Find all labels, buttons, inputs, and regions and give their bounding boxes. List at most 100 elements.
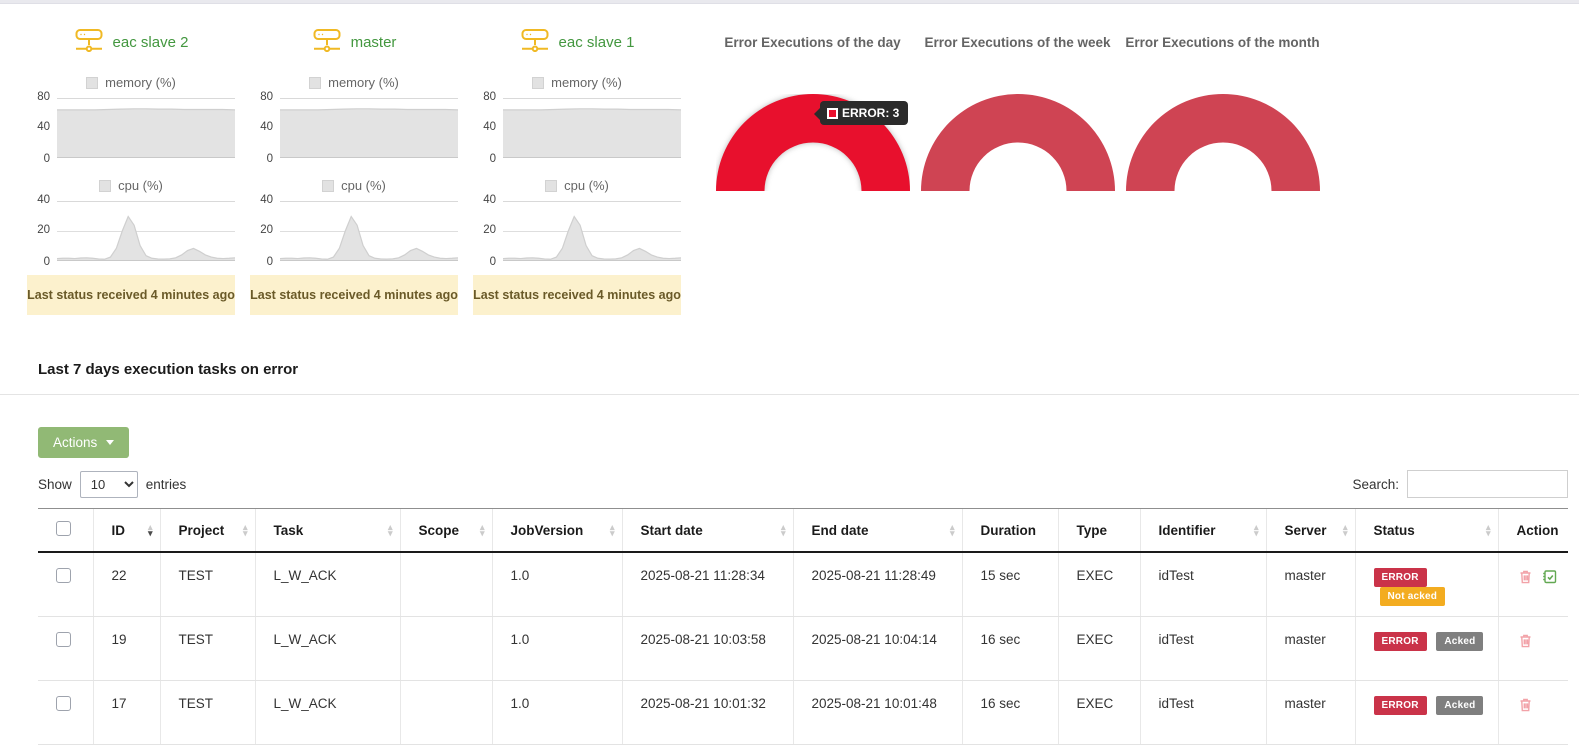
sort-icon: ▴ ▾: [479, 522, 485, 538]
col-header-action: Action: [1497, 508, 1568, 553]
cell-duration: 16 sec: [961, 680, 1058, 745]
col-header-select: [38, 508, 93, 553]
search-input[interactable]: [1407, 470, 1568, 498]
cell-action: [1497, 552, 1568, 617]
memory-yaxis: 80 40 0: [260, 91, 273, 165]
show-label: Show: [38, 476, 72, 492]
server-network-icon: [312, 28, 342, 56]
cell-scope: [399, 552, 492, 617]
server-cards: eac slave 2 memory (%) 80 40 0 cpu (%) 4…: [27, 29, 681, 315]
ack-status-badge: Acked: [1436, 631, 1484, 651]
server-name: eac slave 2: [112, 33, 189, 51]
sort-icon: ▴ ▾: [147, 522, 153, 538]
cell-scope: [399, 616, 492, 681]
memory-area-chart: [57, 99, 235, 157]
gauge-error-month: Error Executions of the month: [1120, 29, 1325, 315]
memory-area-chart: [280, 99, 458, 157]
memory-yaxis: 80 40 0: [483, 91, 496, 165]
table-row: 19 TEST L_W_ACK 1.0 2025-08-21 10:03:58 …: [38, 616, 1568, 681]
delete-icon[interactable]: [1517, 632, 1534, 649]
cpu-area-chart: [57, 202, 235, 260]
memory-legend: memory (%): [250, 75, 458, 90]
page-size-select[interactable]: 10: [79, 470, 138, 498]
cpu-yaxis: 40 20 0: [37, 194, 50, 268]
memory-chart: 80 40 0: [250, 91, 458, 165]
delete-icon[interactable]: [1517, 696, 1534, 713]
cell-action: [1497, 616, 1568, 681]
cell-action: [1497, 680, 1568, 745]
col-header-identifier[interactable]: Identifier ▴ ▾: [1139, 508, 1266, 553]
actions-button[interactable]: Actions: [38, 427, 130, 458]
section-divider: [0, 394, 1579, 395]
sort-icon: ▴ ▾: [609, 522, 615, 538]
status-badge: ERROR: [1373, 631, 1427, 651]
sort-icon: ▴ ▾: [387, 522, 393, 538]
memory-chart: 80 40 0: [473, 91, 681, 165]
memory-area-chart: [503, 99, 681, 157]
delete-icon[interactable]: [1517, 568, 1534, 585]
col-header-id[interactable]: ID ▴ ▾: [92, 508, 160, 553]
col-header-duration[interactable]: Duration: [961, 508, 1058, 553]
server-network-icon: [520, 28, 550, 56]
cell-scope: [399, 680, 492, 745]
col-header-type[interactable]: Type: [1057, 508, 1140, 553]
col-header-jobversion[interactable]: JobVersion ▴ ▾: [491, 508, 622, 553]
table-row: 22 TEST L_W_ACK 1.0 2025-08-21 11:28:34 …: [38, 552, 1568, 617]
sort-icon: ▴ ▾: [780, 522, 786, 538]
ack-status-badge: Not acked: [1379, 587, 1446, 606]
legend-swatch-icon: [322, 179, 335, 192]
server-card: master memory (%) 80 40 0 cpu (%) 40 20 …: [250, 29, 458, 315]
col-header-status[interactable]: Status ▴ ▾: [1354, 508, 1498, 553]
col-header-task[interactable]: Task ▴ ▾: [254, 508, 400, 553]
tooltip-series-swatch-icon: [827, 107, 838, 119]
cell-task: L_W_ACK: [254, 552, 400, 617]
cpu-yaxis: 40 20 0: [483, 194, 496, 268]
table-row: 17 TEST L_W_ACK 1.0 2025-08-21 10:01:32 …: [38, 680, 1568, 745]
cell-start-date: 2025-08-21 11:28:34: [621, 552, 793, 617]
error-tasks-table: ID ▴ ▾ Project ▴ ▾ Task ▴ ▾ Scope ▴ ▾ JobVersion…: [38, 508, 1568, 745]
last-status-banner: Last status received 4 minutes ago: [250, 275, 458, 315]
cell-start-date: 2025-08-21 10:01:32: [621, 680, 793, 745]
col-header-start-date[interactable]: Start date ▴ ▾: [621, 508, 793, 553]
gauge-donut[interactable]: [920, 94, 1115, 191]
cpu-chart: 40 20 0: [250, 194, 458, 268]
ack-status-badge: Acked: [1436, 695, 1484, 715]
col-header-server[interactable]: Server ▴ ▾: [1265, 508, 1355, 553]
acknowledge-icon[interactable]: [1541, 568, 1558, 585]
legend-swatch-icon: [545, 179, 558, 192]
row-checkbox[interactable]: [56, 631, 71, 647]
dashboard-top-section: eac slave 2 memory (%) 80 40 0 cpu (%) 4…: [0, 4, 1579, 315]
sort-icon: ▴ ▾: [242, 522, 248, 538]
cpu-legend: cpu (%): [27, 178, 235, 193]
cell-status: ERROR Acked: [1354, 680, 1498, 745]
memory-legend: memory (%): [27, 75, 235, 90]
cpu-legend: cpu (%): [473, 178, 681, 193]
select-all-checkbox[interactable]: [56, 521, 71, 536]
server-card-title: eac slave 1: [473, 29, 681, 55]
legend-swatch-icon: [532, 76, 545, 89]
gauge-donut[interactable]: [1125, 94, 1320, 191]
gauge-title: Error Executions of the month: [1125, 35, 1320, 50]
cell-end-date: 2025-08-21 10:01:48: [792, 680, 962, 745]
sort-icon: ▴ ▾: [1342, 522, 1348, 538]
cell-project: TEST: [159, 616, 255, 681]
cpu-yaxis: 40 20 0: [260, 194, 273, 268]
cell-type: EXEC: [1057, 616, 1140, 681]
cell-project: TEST: [159, 680, 255, 745]
server-network-icon: [74, 28, 104, 56]
col-header-end-date[interactable]: End date ▴ ▾: [792, 508, 962, 553]
server-name: eac slave 1: [558, 33, 635, 51]
server-card: eac slave 1 memory (%) 80 40 0 cpu (%) 4…: [473, 29, 681, 315]
memory-yaxis: 80 40 0: [37, 91, 50, 165]
row-checkbox[interactable]: [56, 695, 71, 711]
error-gauges: Error Executions of the day ERROR: 3 Err…: [710, 29, 1325, 315]
cpu-chart: 40 20 0: [473, 194, 681, 268]
cpu-area-chart: [503, 202, 681, 260]
gauge-error-day: Error Executions of the day ERROR: 3: [710, 29, 915, 315]
row-checkbox[interactable]: [56, 568, 71, 583]
last-status-banner: Last status received 4 minutes ago: [27, 275, 235, 315]
memory-chart: 80 40 0: [27, 91, 235, 165]
table-header-row: ID ▴ ▾ Project ▴ ▾ Task ▴ ▾ Scope ▴ ▾ JobVersion…: [38, 508, 1568, 553]
col-header-scope[interactable]: Scope ▴ ▾: [399, 508, 492, 553]
col-header-project[interactable]: Project ▴ ▾: [159, 508, 255, 553]
